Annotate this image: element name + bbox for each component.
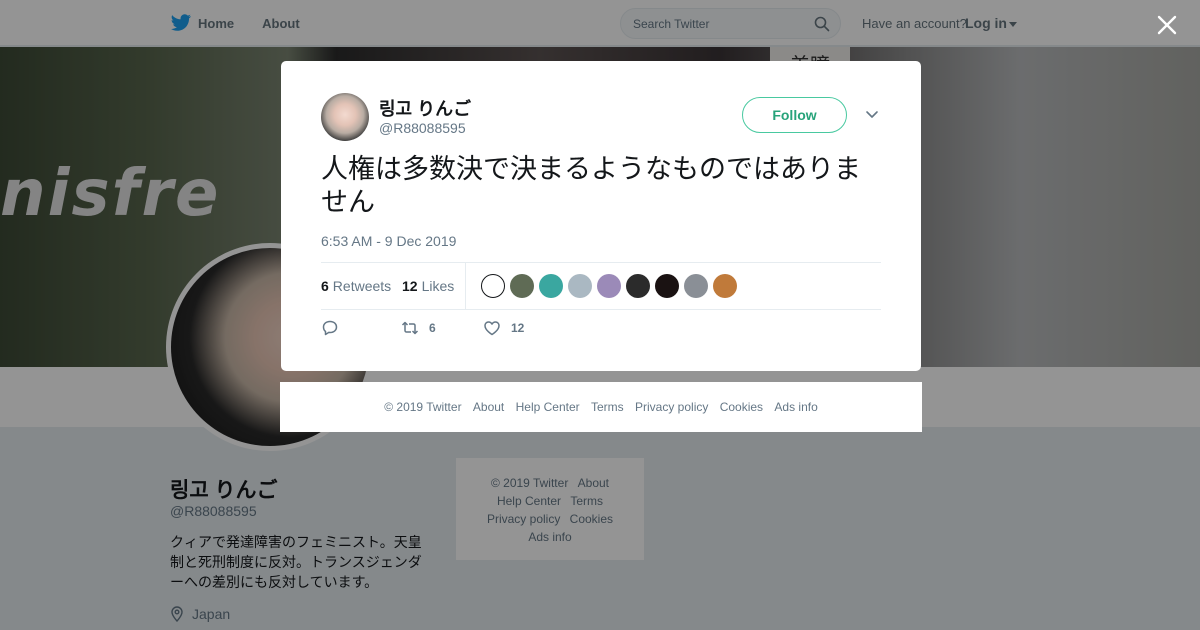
tweet-author-avatar[interactable] [321,93,369,141]
tweet-author-name[interactable]: 링고 りんご [379,95,471,121]
liker-avatar[interactable] [626,274,650,298]
modal-footer-privacy[interactable]: Privacy policy [635,400,708,414]
liker-avatar[interactable] [597,274,621,298]
retweet-icon [401,321,419,335]
heart-icon [484,321,500,336]
tweet-modal: 링고 りんご @R88088595 Follow 人権は多数決で決まるようなもの… [281,61,921,371]
like-action-count: 12 [511,321,525,335]
reply-icon [322,320,338,336]
tweet-author-handle[interactable]: @R88088595 [379,120,466,136]
retweets-stat[interactable]: 6 Retweets [321,278,391,294]
liker-avatar[interactable] [655,274,679,298]
liker-avatar[interactable] [684,274,708,298]
tweet-text: 人権は多数決で決まるようなものではありません [321,154,861,218]
retweets-count: 6 [321,278,329,294]
modal-footer-about[interactable]: About [473,400,504,414]
modal-footer-help[interactable]: Help Center [516,400,580,414]
modal-footer-terms[interactable]: Terms [591,400,624,414]
tweet-timestamp[interactable]: 6:53 AM - 9 Dec 2019 [321,233,456,249]
tweet-actions: 6 12 [321,319,621,343]
modal-footer: © 2019 Twitter About Help Center Terms P… [280,382,922,432]
liker-avatar[interactable] [481,274,505,298]
retweets-label: Retweets [332,278,392,294]
likes-stat[interactable]: 12 Likes [402,278,454,294]
retweet-action-count: 6 [429,321,436,335]
like-button[interactable]: 12 [483,319,524,337]
modal-footer-ads[interactable]: Ads info [774,400,817,414]
liker-avatars [481,274,742,298]
modal-footer-copyright: © 2019 Twitter [384,400,462,414]
retweet-button[interactable]: 6 [401,319,436,337]
modal-footer-cookies[interactable]: Cookies [720,400,763,414]
liker-avatar[interactable] [510,274,534,298]
chevron-down-icon[interactable] [865,109,879,121]
likes-label: Likes [421,278,455,294]
likes-count: 12 [402,278,418,294]
tweet-stats: 6 Retweets 12 Likes [321,262,881,310]
stats-divider [465,263,466,309]
liker-avatar[interactable] [539,274,563,298]
follow-button[interactable]: Follow [742,97,847,133]
close-icon[interactable] [1154,12,1180,38]
liker-avatar[interactable] [713,274,737,298]
reply-button[interactable] [321,319,349,337]
liker-avatar[interactable] [568,274,592,298]
